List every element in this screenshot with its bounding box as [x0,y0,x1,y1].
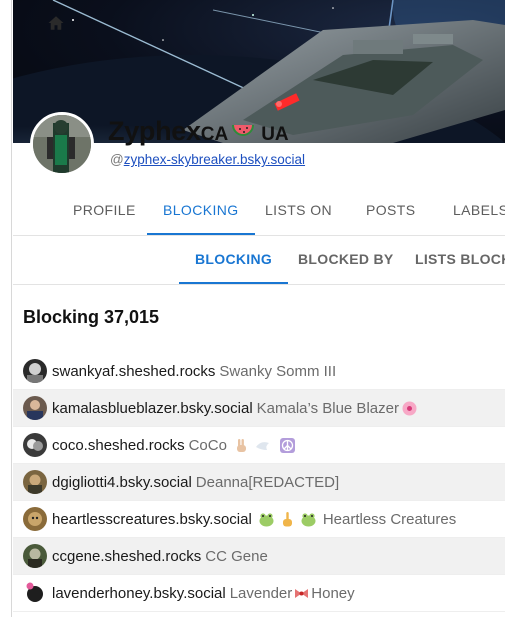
avatar [23,581,47,605]
profile-name-row: Zyphex CA UA [108,116,289,148]
list-item[interactable]: coco.sheshed.rocks CoCo [13,427,505,464]
list-item[interactable]: heartlesscreatures.bsky.social Heartless… [13,501,505,538]
list-item[interactable]: ccgene.sheshed.rocks CC Gene [13,538,505,575]
row-display-name: CC Gene [205,547,268,565]
list-item[interactable]: swankyaf.sheshed.rocks Swanky Somm III [13,353,505,390]
name-suffix-ca: CA [200,124,229,145]
row-display-name-part-a: Lavender [229,584,293,602]
tab-posts[interactable]: POSTS [366,188,415,235]
tab-lists-on[interactable]: LISTS ON [265,188,332,235]
avatar [23,470,47,494]
avatar [23,433,47,457]
row-handle[interactable]: kamalasblueblazer.bsky.social [52,400,253,417]
profile-page: Zyphex CA UA @zyphex-skybreaker.bsky.soc… [0,0,505,617]
main-tabs: PROFILE BLOCKING LISTS ON POSTS LABELS [13,188,505,236]
display-name: Zyphex [108,116,201,146]
avatar [23,396,47,420]
home-button[interactable] [47,14,69,36]
avatar [23,544,47,568]
handle-link[interactable]: zyphex-skybreaker.bsky.social [124,152,305,167]
frog-icon [300,511,317,528]
watermelon-icon [230,121,256,143]
handle-prefix: @ [110,152,124,167]
blocking-list: swankyaf.sheshed.rocks Swanky Somm III k… [13,353,505,612]
row-handle[interactable]: lavenderhoney.bsky.social [52,585,226,602]
avatar [23,507,47,531]
frog-icon [258,511,275,528]
row-display-name: CoCo [188,436,227,454]
row-handle[interactable]: heartlesscreatures.bsky.social [52,511,252,528]
row-handle[interactable]: coco.sheshed.rocks [52,437,185,454]
hibiscus-icon [401,400,418,417]
row-display-name: Swanky Somm III [219,362,337,380]
peace-symbol-icon [279,437,296,454]
profile-handle: @zyphex-skybreaker.bsky.social [110,152,305,167]
tab-blocking[interactable]: BLOCKING [147,188,255,235]
profile-avatar[interactable] [30,112,94,176]
left-gutter [0,0,12,617]
list-item[interactable]: lavenderhoney.bsky.social Lavender Honey [13,575,505,612]
middle-finger-icon [279,511,296,528]
subtab-blocked-by[interactable]: BLOCKED BY [298,237,394,284]
victory-hand-icon [233,437,250,454]
subtab-lists-blocked[interactable]: LISTS BLOCKED [415,237,505,284]
list-item[interactable]: kamalasblueblazer.bsky.social Kamala’s B… [13,390,505,427]
tab-labels[interactable]: LABELS [453,188,505,235]
blocking-count-heading: Blocking 37,015 [23,307,160,327]
row-handle[interactable]: dgigliotti4.bsky.social [52,474,192,491]
row-display-name-part-b: Honey [311,584,355,602]
avatar-image [33,115,91,173]
avatar [23,359,47,383]
row-display-name: Deanna[REDACTED] [195,473,340,491]
row-handle[interactable]: swankyaf.sheshed.rocks [52,363,215,380]
dove-icon [254,437,271,454]
row-display-name: Heartless Creatures [322,510,457,528]
tab-profile[interactable]: PROFILE [73,188,136,235]
ribbon-icon [293,585,310,602]
subtab-blocking[interactable]: BLOCKING [179,237,289,284]
row-handle[interactable]: ccgene.sheshed.rocks [52,548,201,565]
sub-tabs: BLOCKING BLOCKED BY LISTS BLOCKED [13,237,505,285]
row-display-name: Kamala’s Blue Blazer [256,399,399,417]
name-suffix-ua: UA [261,124,289,145]
home-icon [48,16,64,30]
list-item[interactable]: dgigliotti4.bsky.social Deanna[REDACTED] [13,464,505,501]
